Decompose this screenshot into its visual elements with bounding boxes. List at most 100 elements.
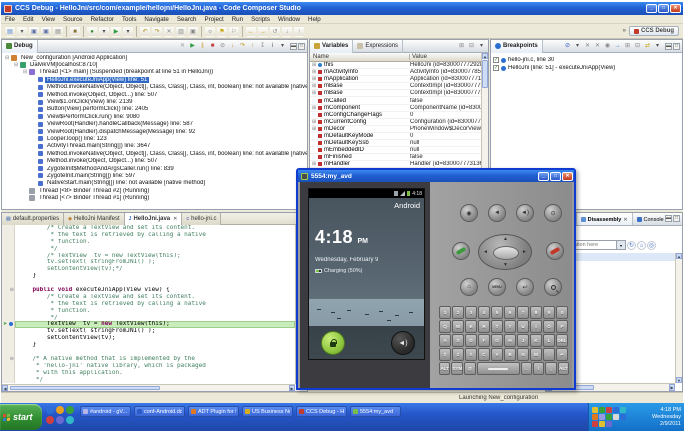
emulator-maximize-button[interactable]: □ xyxy=(550,171,561,181)
show-logical-structure-icon[interactable]: ⊟ xyxy=(467,42,476,51)
drop-to-frame-icon[interactable]: ↧ xyxy=(258,42,267,51)
remove-breakpoint-icon[interactable]: ✕ xyxy=(583,42,592,51)
code-line[interactable]: setContentView(tv);*/ xyxy=(2,266,295,274)
scroll-up-icon[interactable]: ▲ xyxy=(482,53,488,59)
variable-row[interactable]: ⊞mApplicationApplication (id=83000777133… xyxy=(310,76,481,84)
scroll-right-icon[interactable]: ▶ xyxy=(669,384,675,391)
bookmark-icon[interactable]: ⚐ xyxy=(229,25,239,37)
power-button[interactable]: ⊙ xyxy=(544,204,562,222)
variable-row[interactable]: ⊞ mActivityInfo ActivityInfo (id=830007785… xyxy=(310,69,481,77)
menu-help[interactable]: Help xyxy=(304,16,325,23)
breakpoints-maximize-icon[interactable]: □ xyxy=(673,42,680,50)
remove-terminated-icon[interactable]: ✕ xyxy=(178,42,187,51)
code-line[interactable] xyxy=(2,280,295,288)
redo-icon[interactable]: ↷ xyxy=(152,25,162,37)
menu-run[interactable]: Run xyxy=(228,16,247,23)
view-menu-icon[interactable]: ▾ xyxy=(573,42,582,51)
run-dropdown-icon[interactable]: ▾ xyxy=(123,25,133,37)
close-tab-icon[interactable]: ✕ xyxy=(173,216,177,222)
key-sym[interactable]: ← xyxy=(520,362,532,375)
new-wizard-icon[interactable]: ▤ xyxy=(5,25,15,37)
emulator-window[interactable]: 5554:my_avd _ □ ✕ 4:18 Android 4:18 PM W… xyxy=(296,168,576,390)
variable-row[interactable]: ⊞mBaseContextImpl (id=830007773168) xyxy=(310,83,481,91)
emulator-title-bar[interactable]: 5554:my_avd _ □ ✕ xyxy=(298,170,574,182)
forward-icon[interactable]: → xyxy=(258,25,268,37)
line-ruler[interactable] xyxy=(2,335,15,343)
key-t[interactable]: T xyxy=(491,320,503,333)
debug-tree-item[interactable]: ActivityThread.main(String[]) line: 3647 xyxy=(2,143,307,150)
menu-navigate[interactable]: Navigate xyxy=(140,16,172,23)
step-return-icon[interactable]: ↑ xyxy=(248,42,257,51)
debug-tree-item[interactable]: Thread [<7> Binder Thread #1] (Running) xyxy=(2,194,307,202)
skip-breakpoints-icon[interactable]: ⊘ xyxy=(563,42,572,51)
key-sym[interactable]: ⇧ xyxy=(439,348,451,361)
search-button[interactable] xyxy=(544,278,562,296)
line-ruler[interactable] xyxy=(2,293,15,301)
disassembly-vscrollbar[interactable]: ▲ ▼ xyxy=(675,253,682,383)
ide-minimize-button[interactable]: _ xyxy=(646,4,657,13)
tray-icon[interactable] xyxy=(606,414,612,420)
quick-launch-icon[interactable] xyxy=(46,406,54,414)
key-sym[interactable]: / xyxy=(533,362,545,375)
close-tab-icon[interactable]: ✕ xyxy=(623,217,627,223)
instruction-stepping-icon[interactable]: i xyxy=(268,42,277,51)
scroll-thumb[interactable] xyxy=(10,386,160,390)
key-a[interactable]: A xyxy=(439,334,451,347)
key-w[interactable]: W xyxy=(452,320,464,333)
key-l[interactable]: L xyxy=(543,334,555,347)
menu-project[interactable]: Project xyxy=(200,16,227,23)
key-i[interactable]: I xyxy=(530,320,542,333)
key-h[interactable]: H xyxy=(504,334,516,347)
quick-launch-icon[interactable] xyxy=(56,406,64,414)
key-6[interactable]: 6 xyxy=(504,306,516,319)
tray-icon[interactable] xyxy=(606,407,612,413)
line-ruler[interactable]: ⊖ xyxy=(2,287,15,294)
code-line[interactable]: tv.setText( stringFromJNI() ); xyxy=(2,328,295,336)
debug-tree-item[interactable]: ViewRoot(Handler).dispatchMessage(Messag… xyxy=(2,128,307,135)
menu-source[interactable]: Source xyxy=(59,16,87,23)
debug-tree-item[interactable]: Method.invokeNative(Object, Object[], Cl… xyxy=(2,84,307,91)
key-r[interactable]: R xyxy=(478,320,490,333)
tray-icon[interactable] xyxy=(613,407,619,413)
editor-hscrollbar[interactable]: ◀ ▶ xyxy=(2,384,295,391)
variables-menu-icon[interactable]: ▾ xyxy=(477,42,486,51)
editor-tab-default-properties[interactable]: ▤ default.properties xyxy=(2,213,65,225)
tab-debug[interactable]: Debug xyxy=(2,39,38,53)
key-x[interactable]: X xyxy=(465,348,477,361)
key-sym[interactable]: . xyxy=(543,348,555,361)
tray-icon[interactable] xyxy=(592,421,598,427)
code-line[interactable]: * the text is retrieved by calling a nat… xyxy=(2,231,295,239)
tab-breakpoints[interactable]: Breakpoints xyxy=(491,39,543,53)
search-icon[interactable]: ○ xyxy=(205,25,215,37)
variable-row[interactable]: mFinished false xyxy=(310,154,481,162)
debug-tree-item[interactable]: Method.invoke(Object, Object...) line: 5… xyxy=(2,157,307,164)
line-ruler[interactable] xyxy=(2,273,15,281)
debug-tree-item[interactable]: ViewRoot(Handler).handleCallback(Message… xyxy=(2,121,307,128)
debug-dropdown-icon[interactable]: ▾ xyxy=(99,25,109,37)
line-ruler[interactable] xyxy=(2,369,15,377)
taskbar-button[interactable]: US Business News - L... xyxy=(242,406,293,417)
dpad[interactable]: ▲ ▼ ◄ ► xyxy=(478,234,532,270)
unlock-button[interactable] xyxy=(321,331,345,355)
line-ruler[interactable] xyxy=(2,300,15,308)
disassembly-maximize-icon[interactable]: □ xyxy=(673,215,680,222)
show-supported-icon[interactable]: ◉ xyxy=(603,42,612,51)
tab-disassembly[interactable]: Disassembly ✕ xyxy=(576,213,633,225)
scroll-thumb[interactable] xyxy=(482,60,488,88)
line-ruler[interactable] xyxy=(2,225,15,232)
code-line[interactable] xyxy=(2,349,295,356)
key-9[interactable]: 9 xyxy=(543,306,555,319)
next-annotation-icon[interactable]: ↓ xyxy=(282,25,292,37)
step-over-icon[interactable]: ↷ xyxy=(238,42,247,51)
menu-scripts[interactable]: Scripts xyxy=(247,16,274,23)
tray-icon[interactable] xyxy=(620,414,626,420)
terminate-icon[interactable]: ■ xyxy=(208,42,217,51)
column-name[interactable]: Name xyxy=(310,54,410,60)
toggle-mark-icon[interactable]: ⚑ xyxy=(217,25,227,37)
key-2[interactable]: 2 xyxy=(452,306,464,319)
dpad-center-button[interactable] xyxy=(493,246,519,260)
scroll-right-icon[interactable]: ▶ xyxy=(289,385,295,391)
line-ruler[interactable] xyxy=(2,362,15,370)
breakpoint-checkbox[interactable]: ✓ xyxy=(493,57,499,63)
back-button[interactable]: ↩ xyxy=(516,278,534,296)
